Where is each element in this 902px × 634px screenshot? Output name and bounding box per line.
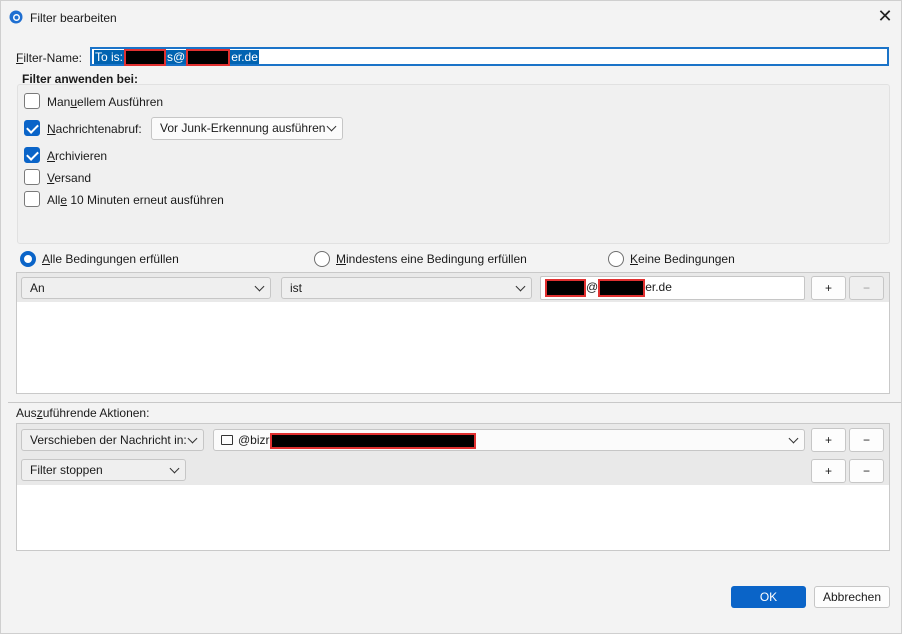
match-all-label: Alle Bedingungen erfüllen	[42, 252, 179, 266]
folder-icon	[221, 435, 233, 445]
filter-name-value-mid: s@	[166, 49, 187, 64]
add-action-button-2[interactable]: +	[811, 459, 846, 483]
redaction-block	[186, 49, 231, 66]
match-none-label: Keine Bedingungen	[630, 252, 735, 266]
cancel-button[interactable]: Abbrechen	[814, 586, 890, 608]
chevron-down-icon	[187, 433, 198, 444]
title-bar	[0, 0, 902, 34]
match-any-label: Mindestens eine Bedingung erfüllen	[336, 252, 527, 266]
action-type-dropdown-2[interactable]: Filter stoppen	[21, 459, 186, 481]
filter-name-value-suffix: er.de	[230, 49, 259, 64]
window-title: Filter bearbeiten	[30, 11, 117, 25]
send-label: Versand	[47, 171, 92, 185]
periodic-label: Alle 10 Minuten erneut ausführen	[47, 193, 224, 207]
archive-checkbox[interactable]	[24, 147, 40, 163]
ok-button[interactable]: OK	[731, 586, 806, 608]
chevron-down-icon	[169, 463, 180, 474]
chevron-down-icon	[788, 433, 799, 444]
send-checkbox[interactable]	[24, 169, 40, 185]
fetch-label: Nachrichtenabruf:	[47, 122, 142, 136]
redaction-block	[598, 278, 646, 297]
actions-label: Auszuführende Aktionen:	[16, 406, 150, 420]
condition-field-dropdown[interactable]: An	[21, 277, 271, 299]
action-type-value: Filter stoppen	[30, 463, 103, 477]
fetch-checkbox[interactable]	[24, 120, 40, 136]
manual-run-checkbox[interactable]	[24, 93, 40, 109]
condition-value-suffix: er.de	[645, 280, 672, 294]
close-button[interactable]: ✕	[874, 6, 896, 28]
fetch-timing-value: Vor Junk-Erkennung ausführen	[160, 121, 326, 135]
action-type-dropdown-1[interactable]: Verschieben der Nachricht in:	[21, 429, 204, 451]
match-all-radio[interactable]	[20, 251, 36, 267]
match-none-radio[interactable]	[608, 251, 624, 267]
remove-action-button-1[interactable]: −	[849, 428, 884, 452]
target-folder-dropdown[interactable]: @bizr	[213, 429, 805, 451]
condition-operator-dropdown[interactable]: ist	[281, 277, 532, 299]
thunderbird-icon	[9, 10, 23, 24]
redaction-block	[124, 49, 167, 66]
filter-name-input[interactable]: To is: s@ er.de	[90, 47, 889, 66]
fetch-timing-dropdown[interactable]: Vor Junk-Erkennung ausführen	[151, 117, 343, 140]
chevron-down-icon	[515, 281, 526, 292]
manual-run-label: Manuellem Ausführen	[47, 95, 164, 109]
remove-condition-button[interactable]: −	[849, 276, 884, 300]
add-action-button-1[interactable]: +	[811, 428, 846, 452]
section-divider	[8, 402, 902, 403]
chevron-down-icon	[254, 281, 265, 292]
chevron-down-icon	[326, 121, 337, 132]
filter-name-label: Filter-Name:	[16, 51, 83, 65]
filter-name-value-prefix: To is:	[94, 49, 125, 64]
condition-value-input[interactable]: @ er.de	[540, 276, 805, 300]
condition-operator-value: ist	[290, 281, 302, 295]
remove-action-button-2[interactable]: −	[849, 459, 884, 483]
periodic-checkbox[interactable]	[24, 191, 40, 207]
condition-value-mid: @	[586, 280, 599, 294]
archive-label: Archivieren	[47, 149, 108, 163]
action-type-value: Verschieben der Nachricht in:	[30, 433, 187, 447]
condition-field-value: An	[30, 281, 45, 295]
redaction-block	[545, 278, 586, 297]
add-condition-button[interactable]: +	[811, 276, 846, 300]
match-any-radio[interactable]	[314, 251, 330, 267]
redaction-block	[269, 432, 476, 449]
